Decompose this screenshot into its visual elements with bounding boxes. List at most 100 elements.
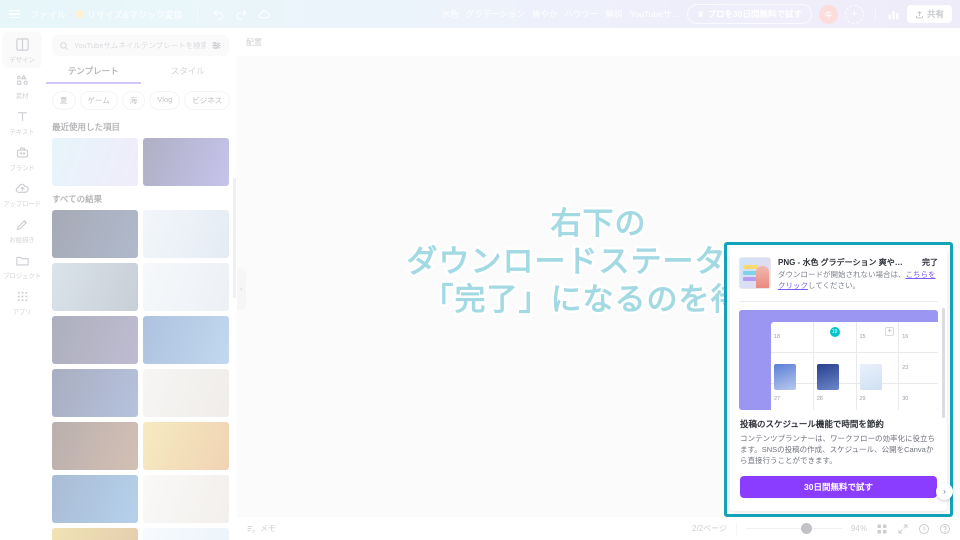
filter-chips: 夏 ゲーム 海 Vlog ビジネス <box>44 84 237 114</box>
insights-icon[interactable] <box>887 8 900 21</box>
sidebar-label-text: テキスト <box>9 129 35 136</box>
help-icon[interactable] <box>939 523 951 535</box>
promo-title: 投稿のスケジュール機能で時間を節約 <box>740 418 884 429</box>
sidebar-item-elements[interactable]: 素材 <box>2 68 42 104</box>
list-item[interactable] <box>52 475 138 523</box>
tab-styles[interactable]: スタイル <box>141 65 236 84</box>
tag-5[interactable]: YouTubeサ… <box>629 8 679 20</box>
undo-icon[interactable] <box>212 8 225 21</box>
pro-trial-label: プロを30日間無料で試す <box>707 9 802 19</box>
list-item[interactable] <box>143 528 229 540</box>
list-item[interactable] <box>52 138 138 186</box>
calendar-cell: 16 <box>899 322 938 354</box>
crown-icon <box>76 10 85 18</box>
tab-styles-label: スタイル <box>170 66 205 76</box>
memo-button[interactable]: メモ <box>237 523 276 534</box>
chevron-right-icon[interactable]: › <box>936 483 953 500</box>
panel-collapse-handle[interactable] <box>237 268 246 310</box>
chip-business[interactable]: ビジネス <box>184 91 231 110</box>
list-item[interactable] <box>143 422 229 470</box>
list-item[interactable] <box>52 210 138 258</box>
list-item[interactable] <box>143 316 229 364</box>
sidebar-item-brand[interactable]: ブランド <box>2 140 42 176</box>
file-menu-label: ファイル <box>30 9 67 20</box>
share-upload-icon <box>916 10 923 18</box>
tag-4[interactable]: 解説 <box>605 8 622 20</box>
download-note: ダウンロードが開始されない場合は、こちらをクリックしてください。 <box>778 270 938 292</box>
sidebar-item-design[interactable]: デザイン <box>2 32 42 68</box>
tag-3[interactable]: ハウツー <box>564 8 598 20</box>
calendar-cell: 22 <box>856 353 900 391</box>
popup-scrollbar[interactable] <box>942 308 945 418</box>
resize-magic-button[interactable]: リサイズ&マジック変換 <box>76 8 183 21</box>
filter-sliders-icon[interactable] <box>211 40 222 51</box>
panel-tabs: テンプレート スタイル <box>44 65 237 84</box>
calendar-day: 28 <box>816 396 823 403</box>
draw-icon <box>16 219 27 231</box>
file-menu[interactable]: ファイル <box>30 8 66 21</box>
sidebar-item-projects[interactable]: プロジェクト <box>2 248 42 284</box>
page-count[interactable]: 2/2ページ <box>692 523 727 534</box>
tag-1[interactable]: グラデーション <box>466 8 525 20</box>
zoom-value: 94% <box>850 524 867 533</box>
fullscreen-icon[interactable] <box>897 523 909 535</box>
elements-icon <box>16 74 28 85</box>
calendar-day: 16 <box>902 333 909 340</box>
list-item[interactable] <box>143 263 229 311</box>
chip-vlog[interactable]: Vlog <box>149 91 181 110</box>
timer-icon[interactable] <box>918 523 930 535</box>
chip-game[interactable]: ゲーム <box>79 91 118 110</box>
calendar-add-icon[interactable]: + <box>885 326 895 336</box>
resize-magic-label: リサイズ&マジック変換 <box>87 9 183 20</box>
list-item[interactable] <box>143 475 229 523</box>
sidebar-label-apps: アプリ <box>12 309 32 316</box>
zoom-slider-knob[interactable] <box>800 523 812 534</box>
search-input[interactable]: YouTubeサムネイルテンプレートを検索 <box>52 35 229 56</box>
sidebar-item-upload[interactable]: アップロード <box>2 176 42 212</box>
add-member-button[interactable]: + <box>844 4 864 24</box>
sidebar-label-draw: お絵描き <box>9 237 35 244</box>
memo-label: メモ <box>260 524 276 533</box>
tag-0[interactable]: 水色 <box>442 8 459 20</box>
all-results-section-title: すべての結果 <box>52 194 103 204</box>
tab-templates[interactable]: テンプレート <box>46 65 141 84</box>
download-file-thumbnail <box>739 257 771 289</box>
chip-natsu[interactable]: 夏 <box>52 91 76 110</box>
hamburger-icon[interactable] <box>9 9 20 19</box>
bottom-bar: メモ 2/2ページ 94% <box>237 516 960 540</box>
download-note-prefix: ダウンロードが開始されない場合は、 <box>778 270 906 279</box>
list-item[interactable] <box>52 369 138 417</box>
arrange-button[interactable]: 配置 <box>246 37 262 48</box>
avatar[interactable]: キ <box>818 4 838 24</box>
zoom-slider[interactable] <box>745 523 842 535</box>
template-panel: YouTubeサムネイルテンプレートを検索 テンプレート スタイル 夏 ゲーム … <box>44 28 237 540</box>
sidebar-item-draw[interactable]: お絵描き <box>2 212 42 248</box>
list-item[interactable] <box>143 210 229 258</box>
redo-icon[interactable] <box>235 8 248 21</box>
list-item[interactable] <box>52 528 138 540</box>
chip-umi[interactable]: 海 <box>121 91 146 110</box>
download-status: 完了 <box>922 258 938 267</box>
download-popup-highlight: PNG - 水色 グラデーション 爽や… 完了 ダウンロードが開始されない場合は… <box>724 242 953 517</box>
note-icon <box>247 525 256 534</box>
share-button[interactable]: 共有 <box>906 5 952 23</box>
list-item[interactable] <box>52 422 138 470</box>
panel-scrollbar[interactable] <box>233 178 236 298</box>
search-area: YouTubeサムネイルテンプレートを検索 <box>44 28 237 59</box>
sidebar-item-text[interactable]: テキスト <box>2 104 42 140</box>
apps-icon <box>17 291 27 302</box>
search-icon <box>60 41 69 50</box>
grid-view-icon[interactable] <box>876 523 888 535</box>
context-toolbar: 配置 <box>237 28 960 56</box>
tag-2[interactable]: 爽やか <box>532 8 558 20</box>
list-item[interactable] <box>52 263 138 311</box>
list-item[interactable] <box>52 316 138 364</box>
list-item[interactable] <box>143 369 229 417</box>
promo-cta-button[interactable]: 30日間無料で試す <box>740 475 937 498</box>
calendar-cell: 20 <box>771 353 814 391</box>
download-file-row: PNG - 水色 グラデーション 爽や… 完了 <box>778 257 938 268</box>
sidebar-label-design: デザイン <box>9 57 35 64</box>
sidebar-item-apps[interactable]: アプリ <box>2 284 42 320</box>
list-item[interactable] <box>143 138 229 186</box>
pro-trial-button[interactable]: ♛ プロを30日間無料で試す <box>686 4 812 24</box>
